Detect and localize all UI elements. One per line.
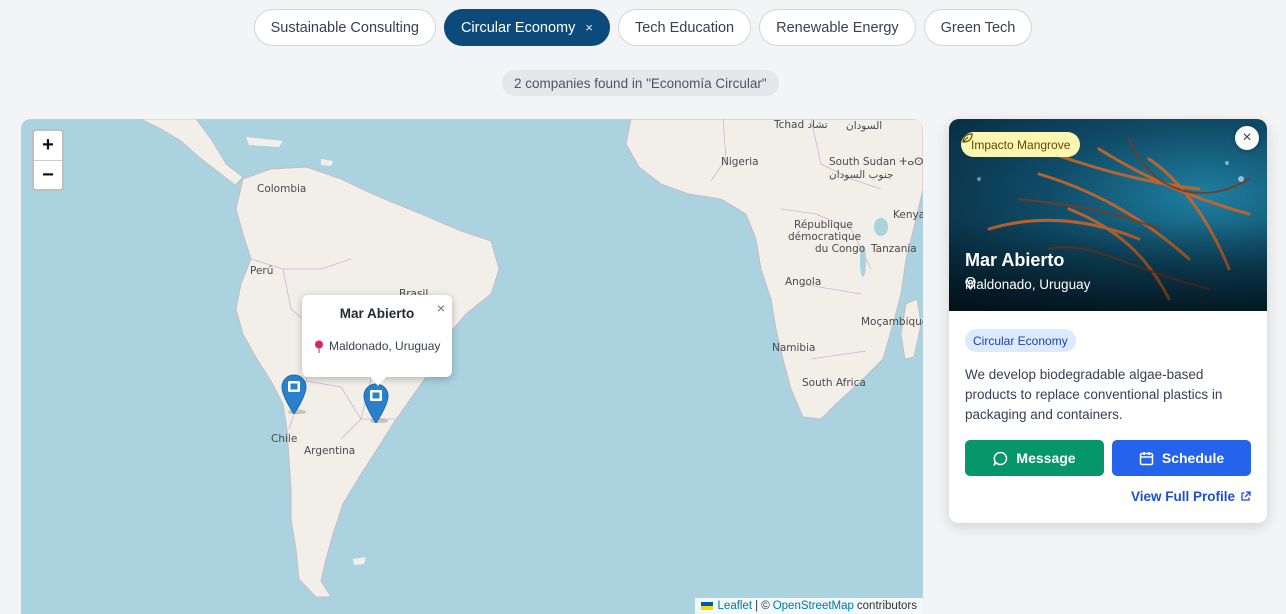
map-label-angola: Angola — [785, 276, 822, 288]
filter-chip-green-tech[interactable]: Green Tech — [923, 9, 1033, 46]
filter-chip-sustainable-consulting[interactable]: Sustainable Consulting — [253, 9, 436, 46]
popup-location: Maldonado, Uruguay — [314, 339, 440, 353]
message-button[interactable]: Message — [965, 440, 1104, 476]
clear-filter-icon[interactable]: × — [585, 20, 593, 35]
map-label-namibia: Namibia — [772, 342, 816, 354]
map-label-tanzania: Tanzania — [871, 243, 917, 255]
company-detail-card: Impacto Mangrove × Mar Abierto Maldonado… — [949, 119, 1267, 523]
map-pin-icon — [965, 277, 976, 290]
map-attribution: Leaflet | © OpenStreetMap contributors — [694, 598, 923, 614]
impact-badge-label: Impacto Mangrove — [971, 137, 1071, 152]
map-tiles — [21, 119, 923, 614]
attribution-separator: | © — [755, 600, 770, 612]
filter-chip-tech-education[interactable]: Tech Education — [617, 9, 752, 46]
map-label-rdc-1: République — [794, 219, 853, 231]
map-label-sudan: السودان — [846, 120, 883, 132]
map-label-tchad: Tchad تشاد — [774, 119, 828, 131]
schedule-button-label: Schedule — [1161, 450, 1225, 466]
close-card-button[interactable]: × — [1235, 126, 1259, 150]
impact-badge: Impacto Mangrove — [961, 132, 1081, 157]
osm-link[interactable]: OpenStreetMap — [773, 600, 854, 612]
map-label-argentina: Argentina — [304, 445, 356, 457]
map-label-colombia: Colombia — [257, 183, 307, 195]
schedule-button[interactable]: Schedule — [1112, 440, 1251, 476]
map-label-kenya: Kenya — [893, 209, 923, 221]
leaflet-link[interactable]: Leaflet — [718, 600, 753, 612]
pushpin-icon — [315, 340, 323, 353]
filter-chip-label: Circular Economy — [460, 19, 576, 36]
message-button-label: Message — [1016, 450, 1076, 466]
calendar-icon — [1139, 451, 1154, 465]
view-full-profile-label: View Full Profile — [1130, 489, 1235, 504]
company-name: Mar Abierto — [965, 250, 1065, 270]
popup-title: Mar Abierto — [339, 306, 415, 321]
company-location-text: Maldonado, Uruguay — [965, 277, 1091, 292]
result-count-badge: 2 companies found in "Economía Circular" — [502, 70, 779, 96]
popup-close-icon[interactable]: × — [437, 300, 445, 316]
view-full-profile-link[interactable]: View Full Profile — [1131, 489, 1251, 504]
map-label-chile: Chile — [271, 433, 298, 445]
filter-chip-label: Tech Education — [634, 19, 735, 36]
map-marker-pin-icon[interactable] — [281, 374, 307, 414]
filter-chip-circular-economy[interactable]: Circular Economy × — [443, 9, 610, 46]
filter-chip-renewable-energy[interactable]: Renewable Energy — [759, 9, 916, 46]
leaf-icon — [962, 133, 973, 143]
popup-location-text: Maldonado, Uruguay — [329, 339, 441, 353]
attribution-contributors: contributors — [856, 600, 917, 612]
zoom-control: + − — [32, 129, 64, 191]
filter-chip-label: Sustainable Consulting — [270, 19, 419, 36]
map-label-nigeria: Nigeria — [721, 156, 759, 168]
category-tag: Circular Economy — [965, 329, 1076, 352]
map-popup: Mar Abierto Maldonado, Uruguay × — [302, 295, 452, 386]
map-label-rdc-2: démocratique — [788, 231, 862, 243]
filter-chip-label: Renewable Energy — [776, 19, 899, 36]
map-label-rdc-3: du Congo — [815, 243, 866, 255]
category-filter-bar: Sustainable Consulting Circular Economy ×… — [0, 9, 1286, 46]
company-location: Maldonado, Uruguay — [965, 277, 1090, 292]
map-label-peru: Perú — [250, 265, 274, 277]
map-label-mocambique: Moçambique — [861, 316, 923, 328]
company-description: We develop biodegradable algae-based pro… — [965, 367, 1223, 422]
map-label-south-africa: South Africa — [802, 377, 866, 389]
ukraine-flag-icon — [700, 602, 713, 610]
chat-bubble-icon — [993, 451, 1008, 466]
company-hero-image: Impacto Mangrove × Mar Abierto Maldonado… — [949, 119, 1267, 311]
external-link-icon — [1241, 491, 1251, 501]
map-label-south-sudan: South Sudan ⵜⴰⵙⵓⴷⴰⵏ — [829, 156, 923, 168]
map-marker-pin-icon[interactable] — [363, 383, 389, 423]
zoom-out-button[interactable]: − — [34, 160, 62, 189]
map-view[interactable]: Tchad تشاد السودان Nigeria South Sudan ⵜ… — [21, 119, 923, 614]
filter-chip-label: Green Tech — [940, 19, 1016, 36]
zoom-in-button[interactable]: + — [34, 131, 62, 160]
map-label-south-sudan-ar: جنوب السودان — [829, 169, 894, 181]
